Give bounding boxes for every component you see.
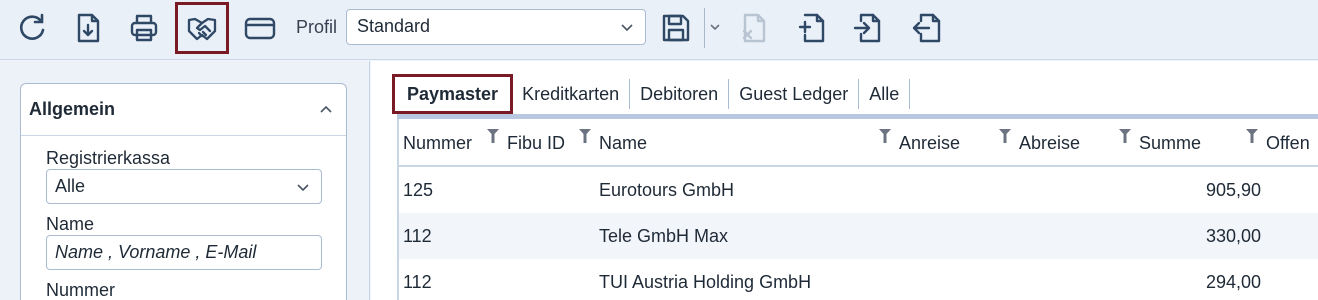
cell-name: TUI Austria Holding GmbH bbox=[599, 272, 812, 292]
download-document-button[interactable] bbox=[68, 6, 108, 50]
table-header: Nummer Fibu ID Name Anreise Abreise Summ… bbox=[399, 119, 1318, 167]
main-content: Paymaster Kreditkarten Debitoren Guest L… bbox=[371, 61, 1318, 300]
chevron-down-icon[interactable] bbox=[708, 20, 722, 34]
print-icon bbox=[130, 14, 158, 42]
credit-card-icon bbox=[244, 17, 276, 40]
credit-card-button[interactable] bbox=[240, 6, 280, 50]
add-document-icon bbox=[798, 13, 825, 43]
import-document-icon bbox=[853, 13, 881, 43]
download-document-icon bbox=[77, 13, 100, 43]
cell-summe: 905,90 bbox=[1205, 180, 1261, 200]
column-header-anreise[interactable]: Anreise bbox=[899, 133, 960, 154]
column-header-summe[interactable]: Summe bbox=[1139, 133, 1201, 154]
cell-nummer: 112 bbox=[403, 272, 432, 292]
export-document-button[interactable] bbox=[906, 6, 946, 50]
nummer-label: Nummer bbox=[46, 280, 116, 300]
delete-document-button[interactable] bbox=[734, 6, 774, 50]
filter-icon[interactable] bbox=[1119, 129, 1131, 143]
cell-name: Tele GmbH Max bbox=[599, 226, 729, 246]
add-document-button[interactable] bbox=[792, 6, 832, 50]
filter-icon[interactable] bbox=[579, 129, 591, 143]
export-document-icon bbox=[912, 13, 941, 43]
tab-bar: Paymaster Kreditkarten Debitoren Guest L… bbox=[391, 74, 911, 114]
cell-name: Eurotours GmbH bbox=[599, 180, 735, 200]
print-button[interactable] bbox=[124, 6, 164, 50]
chevron-up-icon[interactable] bbox=[318, 102, 334, 118]
column-header-offen[interactable]: Offen bbox=[1266, 133, 1310, 154]
table-row[interactable]: 112 TUI Austria Holding GmbH 294,00 bbox=[399, 259, 1318, 300]
profil-value: Standard bbox=[357, 16, 431, 36]
profil-label: Profil bbox=[296, 17, 338, 37]
handshake-button[interactable] bbox=[175, 2, 229, 54]
card-header[interactable]: Allgemein bbox=[21, 84, 346, 136]
column-header-fibu-id[interactable]: Fibu ID bbox=[507, 133, 565, 154]
cell-nummer: 112 bbox=[403, 226, 432, 246]
refresh-button[interactable] bbox=[12, 6, 52, 50]
data-table: Nummer Fibu ID Name Anreise Abreise Summ… bbox=[397, 119, 1318, 300]
filter-icon[interactable] bbox=[879, 129, 891, 143]
save-button[interactable] bbox=[656, 6, 696, 50]
chevron-down-icon bbox=[621, 24, 633, 32]
registrierkasse-value: Alle bbox=[55, 176, 86, 196]
delete-document-icon bbox=[742, 13, 766, 43]
toolbar-separator bbox=[704, 8, 705, 48]
name-placeholder: Name , Vorname , E-Mail bbox=[55, 242, 257, 262]
filter-icon[interactable] bbox=[1246, 129, 1258, 143]
import-document-button[interactable] bbox=[848, 6, 888, 50]
column-header-nummer[interactable]: Nummer bbox=[403, 133, 472, 154]
tab-debitoren[interactable]: Debitoren bbox=[630, 79, 730, 109]
tab-alle[interactable]: Alle bbox=[859, 79, 911, 109]
column-header-name[interactable]: Name bbox=[599, 133, 647, 154]
table-row[interactable]: 125 Eurotours GmbH 905,90 bbox=[399, 167, 1318, 213]
handshake-icon bbox=[187, 17, 217, 41]
registrierkasse-select[interactable]: Alle bbox=[46, 169, 322, 204]
name-label: Name bbox=[46, 214, 95, 234]
tab-guest-ledger[interactable]: Guest Ledger bbox=[729, 79, 860, 109]
registrierkasse-label: Registrierkassa bbox=[46, 148, 171, 168]
tab-kreditkarten[interactable]: Kreditkarten bbox=[512, 79, 631, 109]
table-row[interactable]: 112 Tele GmbH Max 330,00 bbox=[399, 213, 1318, 259]
cell-summe: 294,00 bbox=[1205, 272, 1261, 292]
column-header-abreise[interactable]: Abreise bbox=[1019, 133, 1080, 154]
toolbar: Profil Standard bbox=[0, 0, 1318, 60]
filter-icon[interactable] bbox=[487, 129, 499, 143]
chevron-down-icon bbox=[297, 184, 309, 192]
cell-summe: 330,00 bbox=[1205, 226, 1261, 246]
name-input[interactable]: Name , Vorname , E-Mail bbox=[46, 235, 322, 270]
filter-panel: Allgemein Registrierkassa Alle Name Name… bbox=[0, 61, 370, 300]
tab-paymaster[interactable]: Paymaster bbox=[391, 74, 514, 114]
filter-icon[interactable] bbox=[999, 129, 1011, 143]
save-icon bbox=[662, 14, 690, 42]
filter-card-allgemein: Allgemein Registrierkassa Alle Name Name… bbox=[20, 83, 347, 300]
refresh-icon bbox=[19, 13, 45, 40]
profil-select[interactable]: Standard bbox=[346, 9, 646, 45]
cell-nummer: 125 bbox=[403, 180, 434, 200]
card-title: Allgemein bbox=[29, 99, 116, 119]
